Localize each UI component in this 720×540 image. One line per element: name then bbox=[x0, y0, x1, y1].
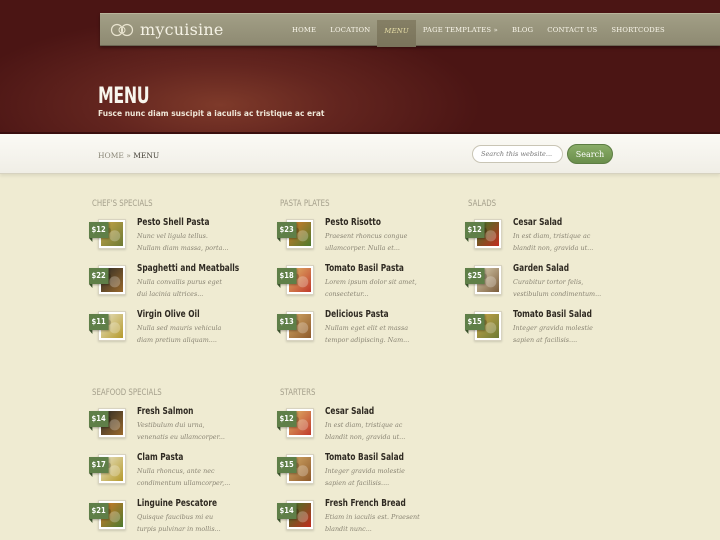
menu-item-name[interactable]: Pesto Shell Pasta bbox=[137, 217, 209, 228]
price-badge: $12 bbox=[465, 222, 485, 242]
menu-item-description: In est diam, tristique ac blandit non, g… bbox=[325, 421, 406, 441]
menu-item-description: Integer gravida molestie sapien at facil… bbox=[513, 324, 593, 344]
price-badge: $17 bbox=[89, 457, 109, 477]
menu-item[interactable]: $18 Tomato Basil Pasta Lorem ipsum dolor s… bbox=[277, 263, 455, 309]
price-badge: $23 bbox=[277, 222, 297, 242]
menu-item-description: Lorem ipsum dolor sit amet, consectetur.… bbox=[325, 278, 417, 298]
menu-item[interactable]: $13 Delicious Pasta Nullam eget elit et ma… bbox=[277, 309, 455, 355]
price-badge: $12 bbox=[89, 222, 109, 242]
menu-item-name[interactable]: Delicious Pasta bbox=[325, 309, 389, 320]
main-nav: Home Location Menu Page Templates » Blog… bbox=[285, 14, 672, 47]
menu-item[interactable]: $21 Linguine Pescatore Quisque faucibus mi… bbox=[89, 498, 267, 540]
menu-item-description: Quisque faucibus mi eu turpis pulvinar i… bbox=[137, 513, 221, 533]
breadcrumb-current: MENU bbox=[133, 151, 160, 160]
menu-item-description: Curabitur tortor felis, vestibulum condi… bbox=[513, 278, 602, 298]
menu-item-name[interactable]: Pesto Risotto bbox=[325, 217, 381, 228]
nav-item-page-templates[interactable]: Page Templates » bbox=[416, 14, 505, 47]
breadcrumb-home-link[interactable]: HOME bbox=[98, 151, 124, 160]
menu-item-name[interactable]: Tomato Basil Pasta bbox=[325, 263, 404, 274]
menu-section-title: Starters bbox=[280, 388, 316, 398]
menu-section-4: Starters $12 Cesar Salad In est diam, trist… bbox=[277, 388, 455, 540]
menu-item-description: In est diam, tristique ac blandit non, g… bbox=[513, 232, 594, 252]
menu-item-name[interactable]: Tomato Basil Salad bbox=[325, 452, 404, 463]
menu-item[interactable]: $14 Fresh Salmon Vestibulum dui urna, vene… bbox=[89, 406, 267, 452]
menu-item-name[interactable]: Cesar Salad bbox=[325, 406, 374, 417]
price-badge: $22 bbox=[89, 268, 109, 288]
menu-item-description: Nulla rhoncus, ante nec condimentum ulla… bbox=[137, 467, 231, 487]
menu-item-description: Nullam eget elit et massa tempor adipisc… bbox=[325, 324, 410, 344]
menu-section-0: Chef's Specials $12 Pesto Shell Pasta Nunc … bbox=[89, 199, 267, 355]
menu-item-name[interactable]: Spaghetti and Meatballs bbox=[137, 263, 239, 274]
page-subtitle: Fusce nunc diam suscipit a iaculis ac tr… bbox=[98, 109, 325, 118]
nav-item-contact-us[interactable]: Contact Us bbox=[540, 14, 604, 47]
page-title: MENU bbox=[98, 84, 150, 109]
top-navbar: mycuisine Home Location Menu Page Templa… bbox=[100, 13, 720, 47]
breadcrumb-separator: » bbox=[126, 151, 131, 160]
logo-emblem-icon bbox=[110, 23, 134, 36]
menu-section-2: Salads $12 Cesar Salad In est diam, tristiq… bbox=[465, 199, 643, 355]
menu-item[interactable]: $23 Pesto Risotto Praesent rhoncus congue … bbox=[277, 217, 455, 263]
price-badge: $18 bbox=[277, 268, 297, 288]
menu-section-3: Seafood Specials $14 Fresh Salmon Vestibulu… bbox=[89, 388, 267, 540]
menu-item-description: Nulla convallis purus eget dui lacinia u… bbox=[137, 278, 222, 298]
price-badge: $25 bbox=[465, 268, 485, 288]
nav-item-shortcodes[interactable]: Shortcodes bbox=[604, 14, 672, 47]
nav-item-blog[interactable]: Blog bbox=[505, 14, 540, 47]
site-logo-text: mycuisine bbox=[140, 20, 224, 39]
nav-item-home[interactable]: Home bbox=[285, 14, 323, 47]
menu-item-name[interactable]: Fresh French Bread bbox=[325, 498, 406, 509]
menu-item[interactable]: $15 Tomato Basil Salad Integer gravida mol… bbox=[277, 452, 455, 498]
price-badge: $15 bbox=[277, 457, 297, 477]
price-badge: $11 bbox=[89, 314, 109, 334]
site-logo[interactable]: mycuisine bbox=[110, 20, 224, 39]
breadcrumb: HOME » MENU bbox=[98, 151, 159, 160]
nav-item-location[interactable]: Location bbox=[323, 14, 377, 47]
price-badge: $13 bbox=[277, 314, 297, 334]
menu-item[interactable]: $12 Cesar Salad In est diam, tristique ac … bbox=[277, 406, 455, 452]
menu-item-name[interactable]: Linguine Pescatore bbox=[137, 498, 217, 509]
search-input[interactable] bbox=[472, 145, 563, 163]
menu-item-description: Etiam in iaculis est. Praesent blandit n… bbox=[325, 513, 420, 533]
menu-section-title: Seafood Specials bbox=[92, 388, 162, 398]
price-badge: $14 bbox=[89, 411, 109, 431]
menu-item[interactable]: $22 Spaghetti and Meatballs Nulla convalli… bbox=[89, 263, 267, 309]
menu-item-name[interactable]: Fresh Salmon bbox=[137, 406, 193, 417]
menu-item-description: Integer gravida molestie sapien at facil… bbox=[325, 467, 405, 487]
menu-item-description: Vestibulum dui urna, venenatis eu ullamc… bbox=[137, 421, 225, 441]
menu-item-name[interactable]: Cesar Salad bbox=[513, 217, 562, 228]
price-badge: $21 bbox=[89, 503, 109, 523]
menu-item-name[interactable]: Garden Salad bbox=[513, 263, 569, 274]
menu-item[interactable]: $14 Fresh French Bread Etiam in iaculis es… bbox=[277, 498, 455, 540]
menu-item-name[interactable]: Tomato Basil Salad bbox=[513, 309, 592, 320]
menu-item-name[interactable]: Virgin Olive Oil bbox=[137, 309, 200, 320]
price-badge: $12 bbox=[277, 411, 297, 431]
menu-item[interactable]: $17 Clam Pasta Nulla rhoncus, ante nec con… bbox=[89, 452, 267, 498]
menu-item-name[interactable]: Clam Pasta bbox=[137, 452, 183, 463]
menu-item-description: Nulla sed mauris vehicula diam pretium a… bbox=[137, 324, 222, 344]
menu-item[interactable]: $11 Virgin Olive Oil Nulla sed mauris vehi… bbox=[89, 309, 267, 355]
nav-item-menu[interactable]: Menu bbox=[377, 20, 416, 47]
menu-section-title: Salads bbox=[468, 199, 497, 209]
search-button[interactable]: Search bbox=[567, 144, 613, 164]
menu-section-title: Chef's Specials bbox=[92, 199, 153, 209]
menu-item[interactable]: $25 Garden Salad Curabitur tortor felis, v… bbox=[465, 263, 643, 309]
menu-section-1: Pasta Plates $23 Pesto Risotto Praesent rho… bbox=[277, 199, 455, 355]
menu-item[interactable]: $15 Tomato Basil Salad Integer gravida mol… bbox=[465, 309, 643, 355]
price-badge: $14 bbox=[277, 503, 297, 523]
breadcrumb-bar: HOME » MENU Search bbox=[0, 134, 720, 174]
page-header: mycuisine Home Location Menu Page Templa… bbox=[0, 0, 720, 134]
menu-item[interactable]: $12 Pesto Shell Pasta Nunc vel ligula tell… bbox=[89, 217, 267, 263]
menu-item-description: Praesent rhoncus congue ullamcorper. Nul… bbox=[325, 232, 408, 252]
price-badge: $15 bbox=[465, 314, 485, 334]
menu-item[interactable]: $12 Cesar Salad In est diam, tristique ac … bbox=[465, 217, 643, 263]
menu-section-title: Pasta Plates bbox=[280, 199, 330, 209]
menu-item-description: Nunc vel ligula tellus. Nullam diam mass… bbox=[137, 232, 229, 252]
